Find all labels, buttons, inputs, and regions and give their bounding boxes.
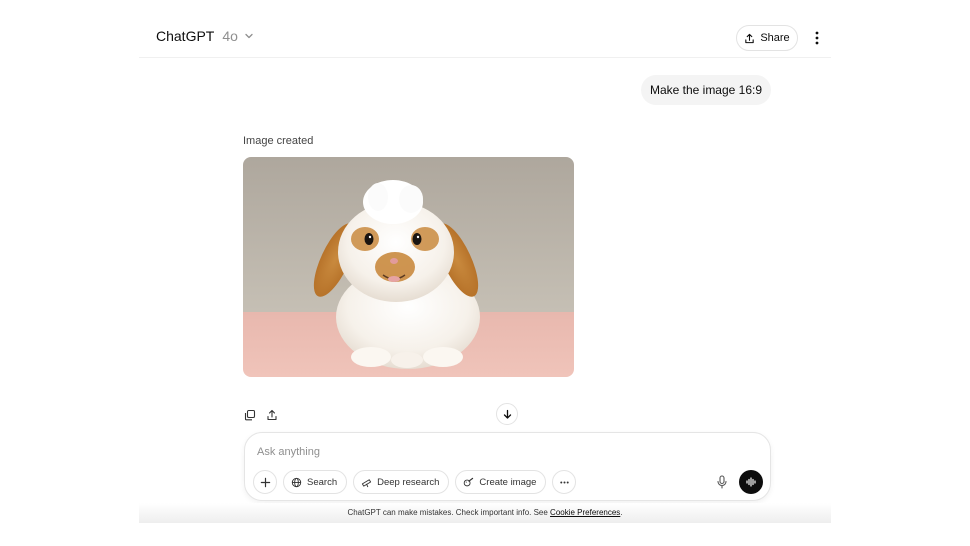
share-label: Share [760, 32, 790, 44]
message-composer: Search Deep research Create image [244, 432, 771, 501]
more-vertical-icon [815, 31, 819, 45]
mic-icon [717, 475, 727, 489]
disclaimer: ChatGPT can make mistakes. Check importa… [139, 508, 831, 517]
top-bar: ChatGPT 4o Share [139, 0, 831, 58]
disclaimer-text: ChatGPT can make mistakes. Check importa… [347, 508, 551, 517]
telescope-icon [362, 478, 372, 487]
model-picker[interactable]: ChatGPT 4o [156, 28, 254, 44]
search-tool-button[interactable]: Search [283, 470, 348, 494]
voice-waveform-icon [746, 477, 756, 487]
attach-button[interactable] [253, 470, 277, 494]
scroll-to-bottom-button[interactable] [496, 403, 518, 425]
bunny-photo-illustration [243, 157, 574, 377]
plus-icon [260, 477, 270, 487]
export-button[interactable] [265, 408, 279, 422]
model-version: 4o [222, 28, 238, 44]
globe-icon [291, 477, 302, 487]
upload-icon [267, 409, 277, 421]
dictate-button[interactable] [711, 471, 733, 493]
image-brush-icon [464, 477, 474, 486]
create-image-label: Create image [479, 476, 537, 488]
user-message: Make the image 16:9 [641, 75, 771, 105]
composer-tool-row: Search Deep research Create image [253, 470, 577, 494]
cookie-preferences-link[interactable]: Cookie Preferences [550, 508, 620, 517]
more-options-button[interactable] [809, 28, 825, 48]
generated-image[interactable] [243, 157, 574, 377]
deep-research-label: Deep research [377, 476, 440, 488]
more-tools-button[interactable] [552, 470, 577, 494]
share-button[interactable]: Share [736, 25, 798, 51]
model-name: ChatGPT [156, 28, 215, 44]
deep-research-button[interactable]: Deep research [353, 470, 450, 494]
more-horizontal-icon [560, 480, 569, 484]
share-icon [745, 33, 755, 43]
prompt-input[interactable] [257, 443, 717, 461]
copy-button[interactable] [243, 408, 257, 422]
copy-icon [244, 409, 256, 421]
chevron-down-icon [245, 33, 253, 39]
disclaimer-end: . [620, 508, 623, 517]
create-image-button[interactable]: Create image [455, 470, 547, 494]
message-actions [243, 408, 279, 422]
image-status-label: Image created [243, 135, 314, 147]
search-tool-label: Search [307, 476, 338, 488]
voice-mode-button[interactable] [739, 470, 763, 494]
arrow-down-icon [503, 409, 511, 419]
